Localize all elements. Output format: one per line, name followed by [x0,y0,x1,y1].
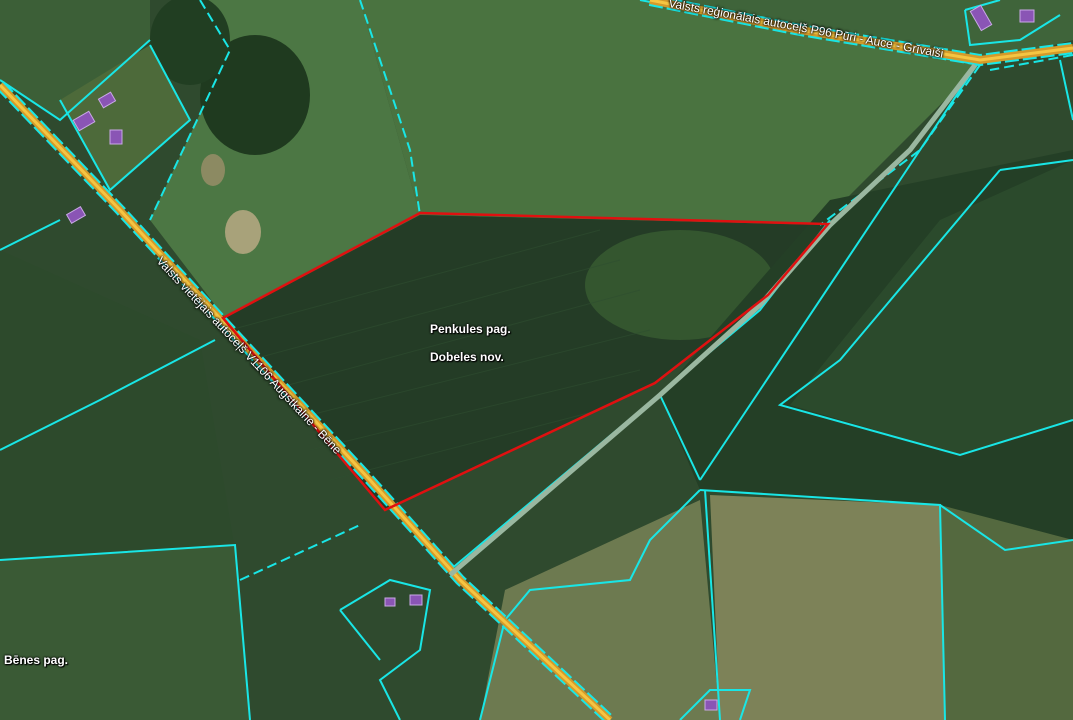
parish-label-bene: Bēnes pag. [4,653,69,667]
parish-label-penkule: Penkules pag. [430,322,511,336]
cadastral-map[interactable]: Penkules pag. Dobeles nov. Bēnes pag. Va… [0,0,1073,720]
municipality-label-dobele: Dobeles nov. [430,350,504,364]
map-canvas[interactable] [0,0,1073,720]
aerial-imagery [0,0,1073,720]
